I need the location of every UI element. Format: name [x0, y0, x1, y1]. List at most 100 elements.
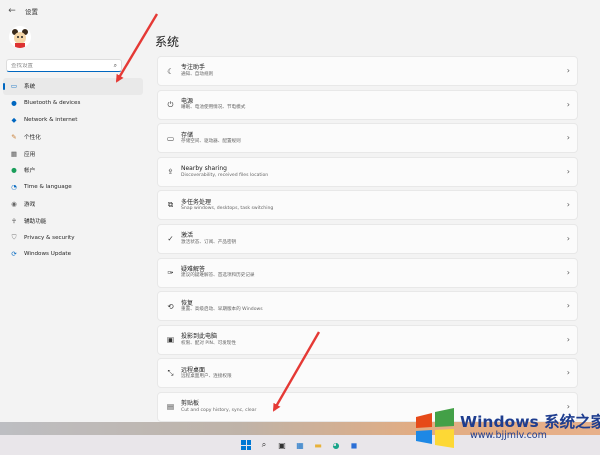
moon-icon: ☾ [167, 66, 174, 76]
title-bar: ← 设置 [0, 0, 600, 22]
chevron-right-icon: › [566, 301, 570, 311]
row-title: 恢复 [181, 299, 194, 307]
row-subtitle: 激活状态、订阅、产品密钥 [181, 239, 237, 245]
settings-row-power[interactable]: ⏻ 电源 睡眠、电池使用情况、节电模式 › [157, 89, 578, 120]
settings-row-troubleshoot[interactable]: ✑ 疑难解答 建议的疑难解答、首选项和历史记录 › [157, 257, 578, 288]
sidebar-item-label: 游戏 [24, 201, 36, 208]
widgets-icon[interactable]: ▦ [294, 439, 306, 451]
bluetooth-icon: ● [11, 99, 17, 108]
row-subtitle: 权限、配对 PIN、可发现性 [181, 340, 236, 346]
store-icon[interactable]: ◼ [348, 439, 360, 451]
page-title: 系统 [155, 35, 180, 49]
apps-icon: ▦ [10, 149, 18, 158]
search-box[interactable]: ⌕ [6, 59, 122, 72]
search-input[interactable] [11, 62, 111, 69]
recovery-icon: ⟲ [167, 301, 174, 311]
file-explorer-icon[interactable]: ▬ [312, 439, 324, 451]
row-subtitle: Discoverability, received files location [181, 172, 269, 178]
row-subtitle: Cut and copy history, sync, clear [181, 407, 257, 413]
sidebar-item-label: 个性化 [24, 134, 41, 141]
sidebar-item-windows-update[interactable]: ⟳ Windows Update [3, 246, 143, 263]
sidebar-item-accessibility[interactable]: ☥ 辅助功能 [3, 212, 143, 229]
wrench-icon: ✑ [167, 268, 174, 278]
windows-start-icon[interactable] [240, 439, 252, 451]
monitor-icon: ▭ [10, 82, 18, 91]
row-subtitle: 通知、自动规则 [181, 71, 214, 77]
chevron-right-icon: › [566, 267, 570, 277]
chevron-right-icon: › [566, 99, 570, 109]
chevron-right-icon: › [566, 233, 570, 243]
wifi-icon: ◆ [11, 115, 17, 124]
watermark-url: www.bjjmlv.com [470, 430, 547, 441]
avatar[interactable] [9, 26, 31, 48]
clipboard-icon: ▤ [166, 402, 175, 412]
row-title: 投影到此电脑 [181, 333, 218, 341]
sidebar-item-accounts[interactable]: ● 帐户 [3, 162, 143, 179]
sidebar-item-gaming[interactable]: ◉ 游戏 [3, 196, 143, 213]
sidebar-item-bluetooth[interactable]: ● Bluetooth & devices [3, 95, 143, 112]
row-subtitle: 远程桌面用户、连接权限 [181, 374, 232, 380]
sidebar-item-system[interactable]: ▭ 系统 [3, 78, 143, 95]
settings-row-multitasking[interactable]: ⧉ 多任务处理 Snap windows, desktops, task swit… [157, 190, 578, 221]
sidebar-item-label: Windows Update [24, 251, 72, 258]
share-icon: ⇪ [167, 167, 174, 177]
row-subtitle: 存储空间、驱动器、配置规则 [181, 139, 241, 145]
settings-row-recovery[interactable]: ⟲ 恢复 重置、高级启动、早期版本的 Windows › [157, 291, 578, 322]
projection-icon: ▣ [166, 335, 175, 345]
settings-row-remote-desktop[interactable]: ⤡ 远程桌面 远程桌面用户、连接权限 › [157, 358, 578, 389]
settings-row-focus-assist[interactable]: ☾ 专注助手 通知、自动规则 › [157, 56, 578, 86]
sidebar-item-time-language[interactable]: ◔ Time & language [3, 179, 143, 196]
search-icon: ⌕ [113, 62, 117, 69]
edge-icon[interactable]: ◕ [330, 439, 342, 451]
chevron-right-icon: › [566, 66, 570, 75]
row-subtitle: Snap windows, desktops, task switching [181, 206, 274, 212]
sidebar-item-label: Bluetooth & devices [24, 100, 81, 107]
row-title: Nearby sharing [181, 165, 227, 173]
sidebar-item-label: Privacy & security [24, 234, 75, 241]
remote-icon: ⤡ [167, 368, 174, 378]
search-icon[interactable]: ⌕ [258, 439, 270, 451]
row-title: 专注助手 [181, 64, 206, 72]
sidebar-item-personalization[interactable]: ✎ 个性化 [3, 128, 143, 145]
row-subtitle: 建议的疑难解答、首选项和历史记录 [181, 273, 255, 279]
row-title: 激活 [181, 232, 194, 240]
sidebar-item-label: 辅助功能 [24, 218, 47, 225]
sidebar-item-label: 帐户 [24, 168, 36, 175]
chevron-right-icon: › [566, 166, 570, 176]
accessibility-icon: ☥ [11, 216, 17, 225]
settings-row-nearby-sharing[interactable]: ⇪ Nearby sharing Discoverability, receive… [157, 156, 578, 187]
row-subtitle: 睡眠、电池使用情况、节电模式 [181, 105, 246, 111]
chevron-right-icon: › [566, 200, 570, 210]
sidebar-item-label: 应用 [24, 151, 36, 158]
annotation-arrow-search [115, 13, 159, 83]
multitask-icon: ⧉ [167, 200, 174, 210]
sidebar-item-label: Network & internet [24, 116, 78, 123]
window-title: 设置 [25, 8, 38, 16]
update-icon: ⟳ [11, 250, 17, 259]
sidebar-item-label: Time & language [24, 184, 72, 191]
settings-row-projection[interactable]: ▣ 投影到此电脑 权限、配对 PIN、可发现性 › [157, 324, 578, 355]
row-title: 存储 [181, 131, 194, 139]
sidebar-item-network[interactable]: ◆ Network & internet [3, 112, 143, 129]
back-arrow-icon[interactable]: ← [3, 6, 21, 16]
row-subtitle: 重置、高级启动、早期版本的 Windows [181, 307, 263, 313]
check-circle-icon: ✓ [167, 234, 174, 244]
sidebar-item-apps[interactable]: ▦ 应用 [3, 145, 143, 162]
power-icon: ⏻ [167, 99, 174, 109]
settings-row-storage[interactable]: ▭ 存储 存储空间、驱动器、配置规则 › [157, 123, 578, 154]
chevron-right-icon: › [566, 368, 570, 378]
sidebar-item-label: 系统 [24, 84, 36, 91]
windows-flag-logo [416, 408, 454, 448]
watermark-brand: Windows 系统之家 [460, 413, 600, 431]
settings-list: ☾ 专注助手 通知、自动规则 › ⏻ 电源 睡眠、电池使用情况、节电模式 › ▭ 存… [157, 56, 578, 455]
settings-row-activation[interactable]: ✓ 激活 激活状态、订阅、产品密钥 › [157, 223, 578, 254]
brush-icon: ✎ [11, 132, 17, 141]
shield-icon: ⛉ [11, 233, 17, 242]
row-title: 剪贴板 [181, 400, 200, 408]
storage-icon: ▭ [166, 133, 175, 143]
chevron-right-icon: › [566, 334, 570, 344]
sidebar-nav: ▭ 系统 ● Bluetooth & devices ◆ Network & i… [3, 78, 143, 263]
chevron-right-icon: › [566, 133, 570, 143]
sidebar-item-privacy[interactable]: ⛉ Privacy & security [3, 229, 143, 246]
task-view-icon[interactable]: ▣ [276, 439, 288, 451]
